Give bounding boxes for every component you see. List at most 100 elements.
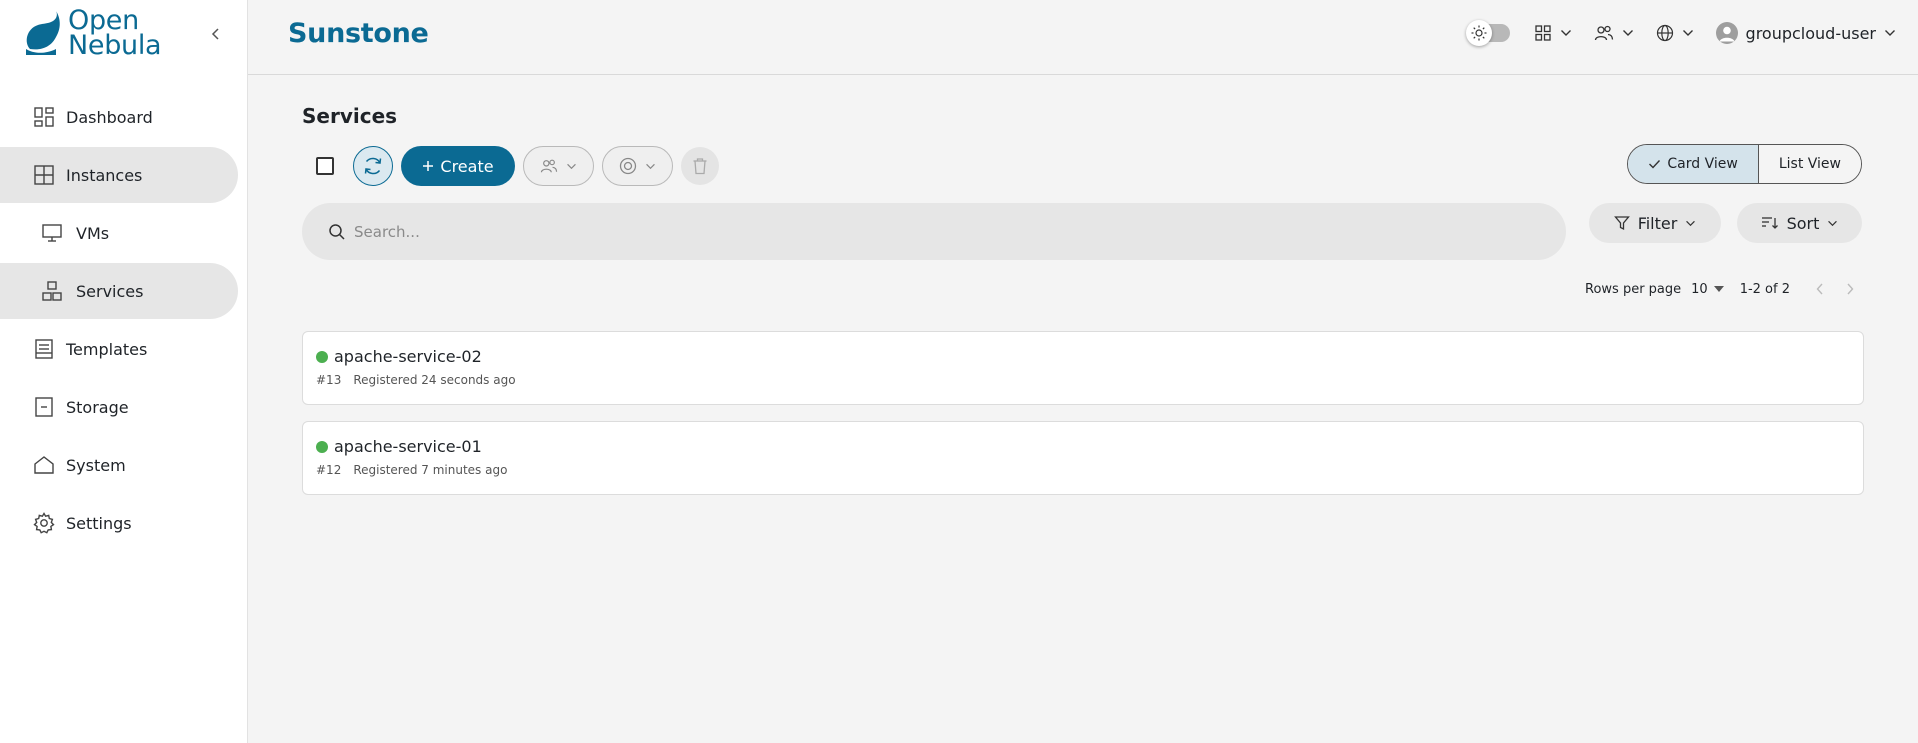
gear-icon <box>32 511 56 535</box>
theme-toggle[interactable] <box>1465 20 1512 46</box>
logo-text-line2: Nebula <box>68 30 162 61</box>
globe-icon <box>1656 24 1673 42</box>
plus-icon <box>423 161 434 171</box>
top-actions: groupcloud-user <box>1465 20 1896 46</box>
sort-label: Sort <box>1786 213 1820 233</box>
select-all-checkbox[interactable] <box>316 157 334 175</box>
home-icon <box>32 453 56 477</box>
service-meta: #12 Registered 7 minutes ago <box>316 463 1850 477</box>
pagination-range: 1-2 of 2 <box>1739 281 1790 297</box>
avatar <box>1715 22 1738 44</box>
sidebar-item-label: Services <box>76 281 144 301</box>
sidebar-item-services[interactable]: Services <box>0 263 238 319</box>
sidebar-item-settings[interactable]: Settings <box>0 495 238 551</box>
sort-icon <box>1761 217 1778 229</box>
services-toolbar: Create Card View List View <box>302 144 1862 190</box>
delete-button[interactable] <box>681 147 719 185</box>
chevron-down-icon <box>1622 30 1633 36</box>
groups-menu[interactable] <box>1594 24 1634 42</box>
list-view-button[interactable]: List View <box>1758 145 1861 183</box>
view-toggle: Card View List View <box>1627 144 1862 184</box>
search-bar[interactable] <box>302 203 1566 260</box>
chevron-down-icon <box>1682 30 1693 36</box>
lock-circle-icon <box>619 157 637 175</box>
pagination: Rows per page 10 1-2 of 2 <box>1585 277 1862 301</box>
trash-icon <box>693 158 707 175</box>
lock-actions-button[interactable] <box>602 146 673 186</box>
chevron-down-icon <box>646 163 655 169</box>
list-view-label: List View <box>1778 156 1841 172</box>
status-indicator <box>316 440 328 453</box>
sidebar-item-dashboard[interactable]: Dashboard <box>0 89 238 145</box>
user-avatar-icon <box>1719 26 1735 42</box>
group-users-icon <box>540 159 558 173</box>
caret-down-icon <box>1713 286 1724 292</box>
rows-per-page-label: Rows per page <box>1585 281 1682 297</box>
sidebar-item-label: System <box>66 455 126 475</box>
service-registered: Registered 7 minutes ago <box>353 463 508 477</box>
group-users-icon <box>1594 25 1613 41</box>
sidebar-item-label: Settings <box>66 513 132 533</box>
sidebar-item-templates[interactable]: Templates <box>0 321 238 377</box>
service-registered: Registered 24 seconds ago <box>353 373 516 387</box>
apps-grid-icon <box>1534 25 1551 41</box>
opennebula-logo[interactable]: Open Nebula <box>22 7 162 61</box>
rows-per-page-value: 10 <box>1691 281 1708 297</box>
service-name: apache-service-01 <box>334 437 482 456</box>
chevron-down-icon <box>1885 30 1895 36</box>
service-name: apache-service-02 <box>334 347 482 366</box>
templates-icon <box>32 337 56 361</box>
sidebar-item-label: Storage <box>66 397 129 417</box>
chevron-down-icon <box>1560 30 1571 36</box>
filter-icon <box>1613 216 1630 231</box>
service-id: #12 <box>316 463 342 477</box>
language-menu[interactable] <box>1656 24 1694 42</box>
app-title: Sunstone <box>288 18 429 49</box>
filter-button[interactable]: Filter <box>1589 203 1721 243</box>
user-name: groupcloud-user <box>1745 23 1876 43</box>
change-owner-button[interactable] <box>523 146 594 186</box>
next-page-button[interactable] <box>1838 277 1862 301</box>
rows-per-page-select[interactable]: 10 <box>1691 282 1724 297</box>
create-button[interactable]: Create <box>401 146 515 186</box>
sidebar-item-vms[interactable]: VMs <box>0 205 238 261</box>
refresh-icon <box>364 157 382 175</box>
sidebar-item-label: Templates <box>66 339 148 359</box>
prev-page-button[interactable] <box>1808 277 1832 301</box>
service-id: #13 <box>316 373 342 387</box>
search-input[interactable] <box>354 222 1554 241</box>
instances-grid-icon <box>32 163 56 187</box>
opennebula-logo-icon <box>26 11 60 55</box>
sidebar-item-storage[interactable]: Storage <box>0 379 238 435</box>
sidebar-item-label: Instances <box>66 165 143 185</box>
sort-button[interactable]: Sort <box>1737 203 1862 243</box>
service-card[interactable]: apache-service-01 #12 Registered 7 minut… <box>302 421 1864 495</box>
card-view-button[interactable]: Card View <box>1628 145 1759 183</box>
sidebar-item-label: VMs <box>76 223 110 243</box>
collapse-sidebar-button[interactable] <box>204 22 228 46</box>
chevron-down-icon <box>1828 220 1838 226</box>
chevron-down-icon <box>1686 220 1696 226</box>
services-boxes-icon <box>40 279 64 303</box>
logo-text: Open Nebula <box>68 7 162 61</box>
sidebar-nav: Dashboard Instances VMs Services Templat… <box>0 89 248 553</box>
status-indicator <box>316 350 328 363</box>
service-card[interactable]: apache-service-02 #13 Registered 24 seco… <box>302 331 1864 405</box>
service-name-row: apache-service-01 <box>316 437 1850 456</box>
storage-icon <box>32 395 56 419</box>
chevron-left-icon <box>211 28 219 40</box>
card-view-label: Card View <box>1667 156 1738 172</box>
service-meta: #13 Registered 24 seconds ago <box>316 373 1850 387</box>
sidebar-item-label: Dashboard <box>66 107 153 127</box>
refresh-button[interactable] <box>353 146 393 186</box>
apps-menu[interactable] <box>1534 24 1572 42</box>
user-menu[interactable]: groupcloud-user <box>1715 22 1896 44</box>
sidebar-item-system[interactable]: System <box>0 437 238 493</box>
chevron-right-icon <box>1847 283 1854 295</box>
page-title: Services <box>302 104 398 128</box>
service-name-row: apache-service-02 <box>316 347 1850 366</box>
sidebar-item-instances[interactable]: Instances <box>0 147 238 203</box>
check-icon <box>1649 160 1661 169</box>
topbar: Sunstone groupcloud-user <box>248 0 1918 75</box>
filter-label: Filter <box>1637 213 1678 233</box>
